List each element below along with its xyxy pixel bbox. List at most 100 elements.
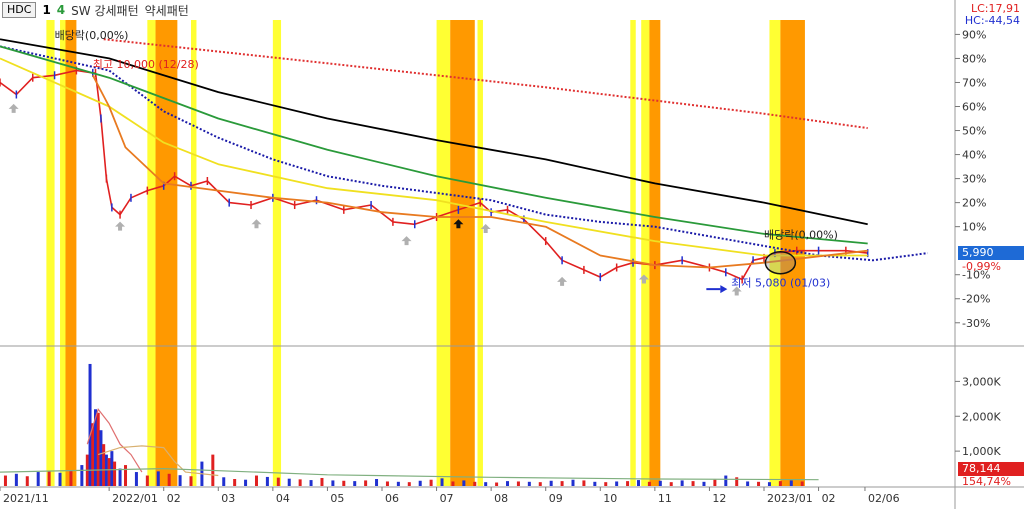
volume-bar	[549, 480, 553, 486]
volume-bar	[353, 481, 357, 486]
volume-bar	[451, 481, 455, 486]
price-y-tick-label: 40%	[962, 149, 986, 162]
volume-bar	[14, 473, 18, 486]
volume-bar	[767, 482, 771, 486]
price-y-tick-label: 60%	[962, 101, 986, 114]
price-y-tick-label: -30%	[962, 317, 990, 330]
volume-bar	[789, 480, 793, 486]
volume-bar	[473, 481, 477, 486]
volume-y-tick-label: 1,000K	[962, 445, 1001, 458]
stock-chart: 90%80%70%60%50%40%30%20%10%-10%-20%-30%3…	[0, 0, 1024, 509]
volume-bar	[636, 480, 640, 486]
highlight-ellipse	[764, 250, 797, 275]
volume-bar	[604, 482, 608, 486]
volume-bar	[538, 482, 542, 486]
volume-bar	[113, 461, 117, 486]
volume-y-tick-label: 2,000K	[962, 410, 1001, 423]
volume-bar	[102, 444, 106, 486]
x-tick-label: 2022/01	[112, 492, 158, 505]
price-y-tick-label: 50%	[962, 125, 986, 138]
volume-bar	[265, 476, 269, 486]
event-band-orange	[649, 20, 661, 486]
volume-bar	[778, 481, 782, 486]
period-b[interactable]: 4	[57, 3, 65, 17]
volume-tag: 78,144	[958, 462, 1024, 476]
volume-pct-tag: 154,74%	[962, 475, 1011, 488]
x-tick-label: 02/06	[868, 492, 900, 505]
x-tick-label: 09	[549, 492, 563, 505]
x-tick-label: 08	[494, 492, 508, 505]
hc-value: HC:-44,54	[964, 14, 1020, 27]
volume-bar	[647, 481, 651, 486]
event-band-orange	[450, 20, 475, 486]
volume-bar	[484, 482, 488, 486]
x-tick-label: 10	[603, 492, 617, 505]
volume-bar	[331, 480, 335, 486]
volume-bar	[593, 481, 597, 486]
change-tag: -0,99%	[962, 260, 1001, 273]
x-tick-label: 2021/11	[3, 492, 49, 505]
volume-bar	[309, 480, 313, 486]
volume-bar	[506, 481, 510, 486]
volume-bar	[626, 481, 630, 486]
volume-bar	[582, 480, 586, 486]
volume-bar	[680, 480, 684, 486]
x-tick-label: 11	[658, 492, 672, 505]
chart-annotation: 배당락(0,00%)	[55, 29, 129, 42]
volume-bar	[222, 477, 226, 486]
volume-bar	[244, 479, 248, 486]
chart-annotation: 최고 10,000 (12/28)	[93, 58, 199, 71]
sw-strong-pattern[interactable]: SW 강세패턴	[71, 2, 138, 19]
weak-pattern[interactable]: 약세패턴	[145, 2, 189, 19]
volume-bar	[36, 472, 40, 486]
volume-bar	[385, 481, 389, 486]
event-band-yellow	[191, 20, 197, 486]
x-tick-label: 2023/01	[767, 492, 813, 505]
volume-bar	[134, 472, 138, 486]
volume-bar	[298, 479, 302, 486]
volume-bar	[724, 475, 728, 486]
chart-header: HDC 1 4 SW 강세패턴 약세패턴	[2, 2, 189, 18]
price-y-tick-label: 90%	[962, 28, 986, 41]
volume-bar	[320, 477, 324, 486]
event-band-yellow	[436, 20, 451, 486]
ticker-box[interactable]: HDC	[2, 2, 37, 18]
x-tick-label: 03	[221, 492, 235, 505]
event-band-yellow	[147, 20, 156, 486]
volume-bar	[287, 478, 291, 486]
event-band-yellow	[46, 20, 55, 486]
volume-bar	[615, 481, 619, 486]
volume-bar	[560, 481, 564, 486]
volume-bar	[342, 480, 346, 486]
event-band-yellow	[641, 20, 650, 486]
volume-y-tick-label: 3,000K	[962, 375, 1001, 388]
chart-annotation: 배당락(0,00%)	[764, 229, 838, 242]
volume-bar	[495, 482, 499, 486]
volume-bar	[124, 465, 128, 486]
volume-bar	[702, 481, 706, 486]
volume-bar	[58, 472, 62, 486]
chart-annotation: 최저 5,080 (01/03)	[731, 277, 830, 290]
volume-bar	[145, 475, 149, 486]
volume-bar	[429, 479, 433, 486]
price-y-tick-label: 80%	[962, 52, 986, 65]
volume-bar	[440, 478, 444, 486]
volume-bar	[375, 479, 379, 486]
volume-bar	[407, 482, 411, 486]
volume-bar	[25, 476, 29, 486]
event-band-orange	[155, 20, 178, 486]
volume-bar	[47, 471, 51, 486]
period-a[interactable]: 1	[42, 3, 50, 17]
volume-bar	[800, 481, 804, 486]
volume-bar	[156, 471, 160, 486]
volume-bar	[276, 477, 280, 486]
price-y-tick-label: 70%	[962, 76, 986, 89]
volume-bar	[713, 479, 717, 486]
price-y-tick-label: 20%	[962, 197, 986, 210]
x-tick-label: 05	[330, 492, 344, 505]
x-tick-label: 02	[167, 492, 181, 505]
volume-bar	[396, 481, 400, 486]
volume-bar	[757, 481, 761, 486]
volume-bar	[107, 458, 111, 486]
price-y-tick-label: 30%	[962, 173, 986, 186]
